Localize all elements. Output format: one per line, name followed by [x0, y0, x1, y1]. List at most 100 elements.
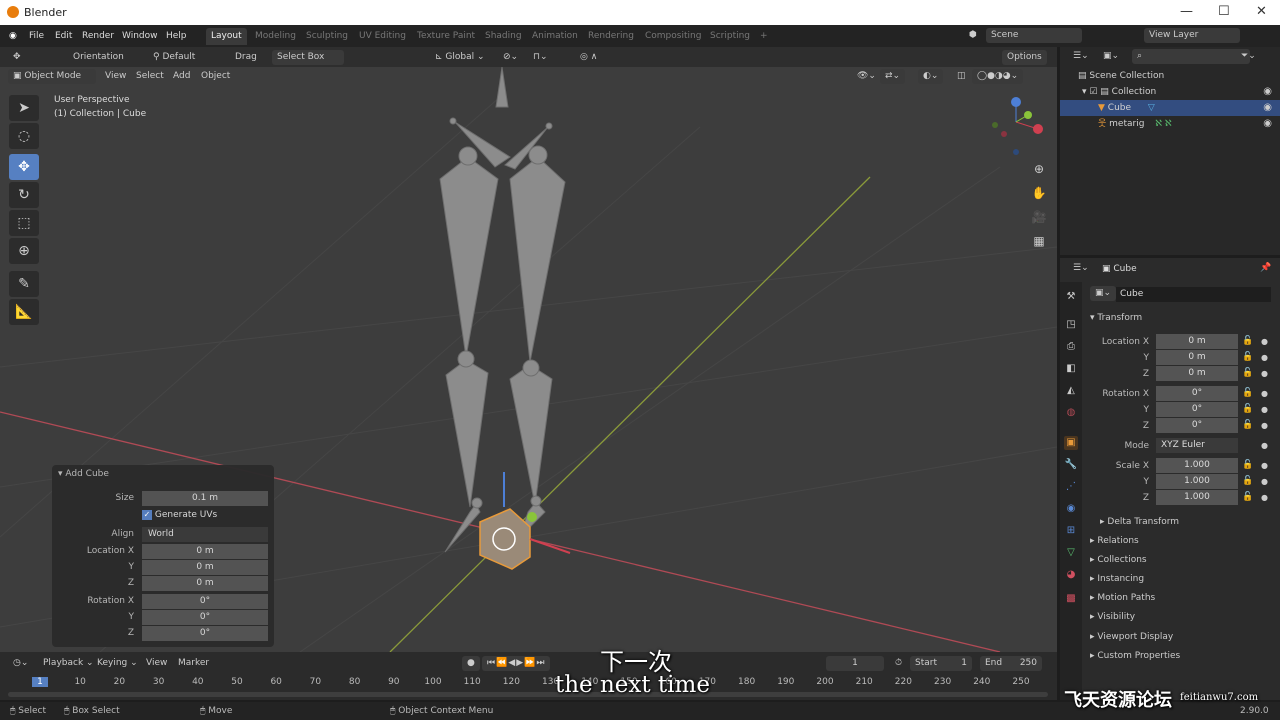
keyframe-dot-icon[interactable]: ●	[1261, 493, 1268, 502]
keyframe-dot-icon[interactable]: ●	[1261, 477, 1268, 486]
rotate-tool-icon[interactable]: ↻	[9, 182, 39, 208]
location-x-field[interactable]: 0 m	[142, 544, 268, 559]
outliner-item-scene-collection[interactable]: ▤ Scene Collection	[1060, 68, 1280, 84]
tab-scripting[interactable]: Scripting	[705, 28, 755, 45]
keyframe-dot-icon[interactable]: ●	[1261, 441, 1268, 450]
snap-icon[interactable]: ⊓⌄	[528, 50, 553, 65]
record-button[interactable]: ●	[462, 656, 480, 671]
visibility-icon[interactable]: 👁⌄	[852, 69, 881, 84]
transform-tool-icon[interactable]: ⊕	[9, 238, 39, 264]
pivot-point-icon[interactable]: ⊘⌄	[498, 50, 523, 65]
options-dropdown[interactable]: Options	[1002, 50, 1047, 65]
outliner-search-input[interactable]: ⌕	[1132, 49, 1250, 64]
keyframe-dot-icon[interactable]: ●	[1261, 369, 1268, 378]
editor-type-icon[interactable]: ☰⌄	[1068, 49, 1094, 64]
scene-selector[interactable]: Scene	[986, 28, 1082, 43]
eye-icon[interactable]: ◉	[1263, 100, 1272, 116]
material-tab-icon[interactable]: ◕	[1064, 568, 1078, 582]
display-mode-icon[interactable]: ▣⌄	[1098, 49, 1124, 64]
lock-icon[interactable]: 🔓	[1242, 404, 1253, 414]
relations-panel[interactable]: ▸ Relations	[1090, 536, 1139, 546]
lock-icon[interactable]: 🔓	[1242, 336, 1253, 346]
current-frame-field[interactable]: 1	[826, 656, 884, 671]
lock-icon[interactable]: 🔓	[1242, 460, 1253, 470]
object-mode-dropdown[interactable]: ▣ Object Mode	[8, 69, 96, 84]
rotation-z-field[interactable]: 0°	[1156, 418, 1238, 433]
outliner-item-collection[interactable]: ▾ ☑ ▤ Collection ◉	[1060, 84, 1280, 100]
lock-icon[interactable]: 🔓	[1242, 492, 1253, 502]
tab-uv-editing[interactable]: UV Editing	[354, 28, 411, 45]
rotation-y-field[interactable]: 0°	[1156, 402, 1238, 417]
menu-help[interactable]: Help	[166, 31, 187, 41]
outliner-item-metarig[interactable]: 웃 metarig ℵ ℵ ◉	[1060, 116, 1280, 132]
select-box-dropdown[interactable]: Select Box	[272, 50, 344, 65]
navigation-gizmo[interactable]	[992, 97, 1043, 155]
tab-layout[interactable]: Layout	[206, 28, 247, 45]
object-name-field[interactable]: Cube	[1116, 287, 1271, 302]
delta-transform-panel[interactable]: ▸ Delta Transform	[1100, 517, 1179, 527]
blender-menu-icon[interactable]: ◉	[9, 31, 17, 41]
gizmo-toggle-icon[interactable]: ⇄⌄	[880, 69, 906, 84]
scale-x-field[interactable]: 1.000	[1156, 458, 1238, 473]
playback-controls[interactable]: ⏮⏪◀▶⏩⏭	[482, 656, 551, 671]
cube-object[interactable]	[479, 508, 531, 570]
object-type-dropdown[interactable]: ▣⌄	[1090, 286, 1117, 301]
menu-object[interactable]: Object	[196, 69, 235, 84]
move-tool-icon[interactable]: ✥	[9, 154, 39, 180]
menu-playback[interactable]: Playback ⌄	[38, 656, 99, 671]
overlay-toggle-icon[interactable]: ◐⌄	[918, 69, 944, 84]
menu-keying[interactable]: Keying ⌄	[92, 656, 143, 671]
start-frame-field[interactable]: Start 1	[910, 656, 972, 671]
tab-sculpting[interactable]: Sculpting	[301, 28, 353, 45]
tab-rendering[interactable]: Rendering	[583, 28, 639, 45]
tab-modeling[interactable]: Modeling	[250, 28, 301, 45]
location-x-field[interactable]: 0 m	[1156, 334, 1238, 349]
add-workspace-button[interactable]: +	[755, 28, 773, 45]
tab-shading[interactable]: Shading	[480, 28, 527, 45]
menu-select[interactable]: Select	[131, 69, 169, 84]
xray-icon[interactable]: ◫	[952, 69, 971, 84]
zoom-icon[interactable]: ⊕	[1030, 162, 1048, 180]
scale-tool-icon[interactable]: ⬚	[9, 210, 39, 236]
collections-panel[interactable]: ▸ Collections	[1090, 555, 1147, 565]
playhead-frame[interactable]: 1	[32, 677, 48, 687]
outliner-item-cube[interactable]: ▼ Cube ▽ ◉	[1060, 100, 1280, 116]
view-layer-selector[interactable]: View Layer	[1144, 28, 1240, 43]
menu-marker[interactable]: Marker	[173, 656, 214, 671]
tab-animation[interactable]: Animation	[527, 28, 583, 45]
location-y-field[interactable]: 0 m	[1156, 350, 1238, 365]
menu-window[interactable]: Window	[122, 31, 158, 41]
menu-add[interactable]: Add	[168, 69, 195, 84]
cursor-tool-icon[interactable]: ◌	[9, 123, 39, 149]
visibility-panel[interactable]: ▸ Visibility	[1090, 612, 1135, 622]
gizmo-y-handle[interactable]	[527, 512, 537, 522]
eye-icon[interactable]: ◉	[1263, 84, 1272, 100]
pin-icon[interactable]: 📌	[1260, 263, 1271, 273]
filter-icon[interactable]: ⏷⌄	[1236, 49, 1261, 64]
ortho-grid-icon[interactable]: ▦	[1030, 234, 1048, 252]
lock-icon[interactable]: 🔓	[1242, 388, 1253, 398]
generate-uvs-checkbox[interactable]: ✓ Generate UVs	[142, 510, 217, 520]
camera-view-icon[interactable]: 🎥	[1030, 210, 1048, 228]
keyframe-dot-icon[interactable]: ●	[1261, 421, 1268, 430]
custom-properties-panel[interactable]: ▸ Custom Properties	[1090, 651, 1180, 661]
menu-file[interactable]: File	[29, 31, 44, 41]
physics-tab-icon[interactable]: ◉	[1064, 502, 1078, 516]
transform-tool-icon[interactable]: ✥	[8, 50, 26, 65]
gizmo-x-arrow[interactable]	[529, 538, 571, 554]
keyframe-dot-icon[interactable]: ●	[1261, 405, 1268, 414]
lock-icon[interactable]: 🔓	[1242, 476, 1253, 486]
instancing-panel[interactable]: ▸ Instancing	[1090, 574, 1144, 584]
timeline-scrollbar[interactable]	[8, 692, 1048, 697]
size-field[interactable]: 0.1 m	[142, 491, 268, 506]
add-cube-title[interactable]: ▾ Add Cube	[58, 469, 109, 479]
shading-modes-icon[interactable]: ◯●◑◕⌄	[972, 69, 1024, 84]
tool-tab-icon[interactable]: ⚒	[1064, 290, 1078, 304]
rotation-x-field[interactable]: 0°	[1156, 386, 1238, 401]
menu-render[interactable]: Render	[82, 31, 114, 41]
location-z-field[interactable]: 0 m	[1156, 366, 1238, 381]
keyframe-dot-icon[interactable]: ●	[1261, 353, 1268, 362]
scale-z-field[interactable]: 1.000	[1156, 490, 1238, 505]
rotation-mode-dropdown[interactable]: XYZ Euler	[1156, 438, 1238, 453]
rotation-x-field[interactable]: 0°	[142, 594, 268, 609]
